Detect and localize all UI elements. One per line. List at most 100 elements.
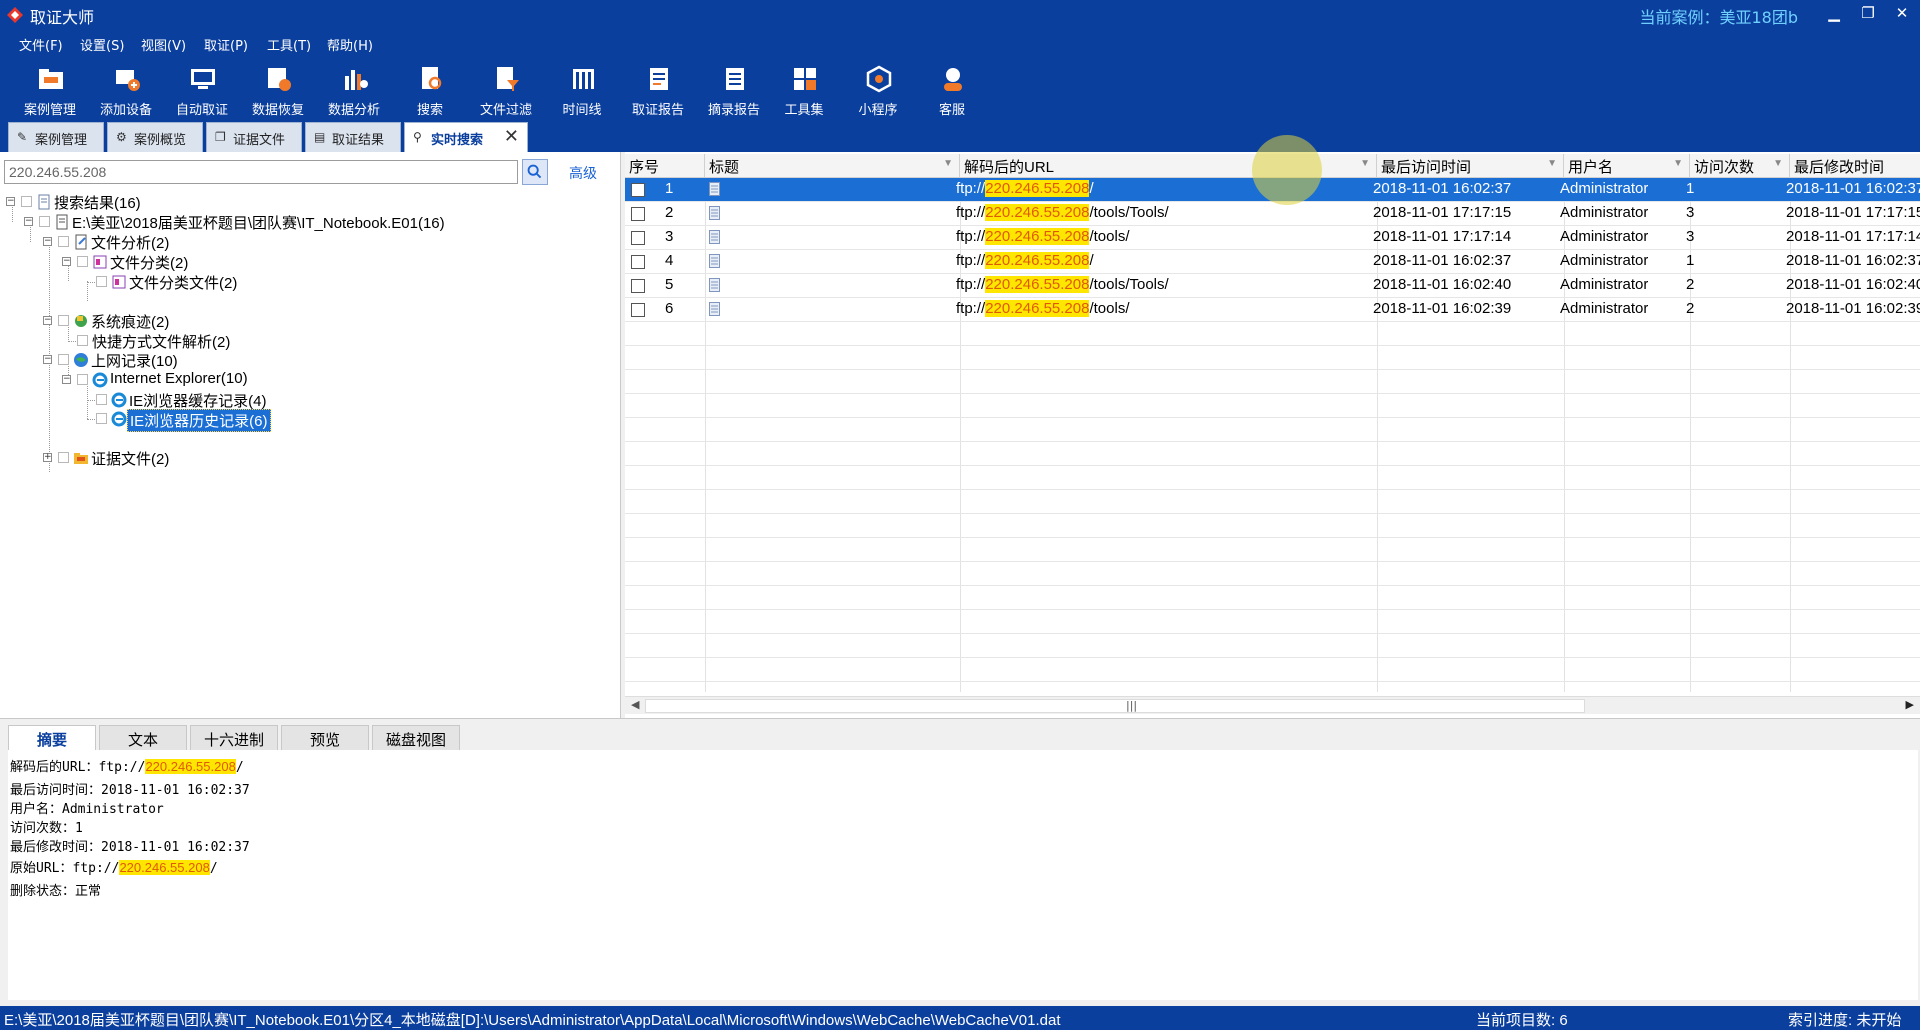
tab-text[interactable]: 文本 bbox=[99, 725, 187, 751]
tree-checkbox[interactable] bbox=[21, 196, 32, 207]
menu-file[interactable]: 文件(F) bbox=[19, 35, 63, 54]
tree-node-ie-history[interactable]: IE浏览器历史记录(6) bbox=[81, 409, 381, 432]
tree-node-image-file[interactable]: − E:\美亚\2018届美亚杯题目\团队赛\IT_Notebook.E01(1… bbox=[24, 212, 524, 232]
empty-row bbox=[625, 370, 1920, 394]
tab-preview[interactable]: 预览 bbox=[281, 725, 369, 751]
filter-icon[interactable]: ▼ bbox=[1673, 158, 1683, 169]
row-checkbox[interactable] bbox=[631, 231, 645, 245]
tree-node-ie-cache[interactable]: IE浏览器缓存记录(4) bbox=[81, 390, 381, 410]
tab-disk-view[interactable]: 磁盘视图 bbox=[372, 725, 460, 751]
collapse-icon[interactable]: − bbox=[62, 375, 71, 384]
col-header-modified[interactable]: 最后修改时间 bbox=[1790, 154, 1920, 178]
scroll-right-icon[interactable]: ▶ bbox=[1906, 698, 1914, 711]
tree-checkbox[interactable] bbox=[58, 315, 69, 326]
tree-node-system-traces[interactable]: − 系统痕迹(2) bbox=[43, 311, 343, 331]
tree-checkbox[interactable] bbox=[77, 374, 88, 385]
tab-evidence-files[interactable]: ❐ 证据文件 bbox=[206, 122, 302, 152]
scroll-thumb[interactable]: ||| bbox=[645, 699, 1585, 713]
globe-icon bbox=[74, 353, 88, 367]
table-row[interactable]: 3 ftp://220.246.55.208/tools/2018-11-01 1… bbox=[625, 226, 1920, 250]
minimize-button[interactable]: ▁ bbox=[1822, 4, 1846, 22]
toolset-button[interactable]: 工具集 bbox=[766, 62, 842, 120]
expand-icon[interactable]: + bbox=[43, 453, 52, 462]
tree-node-shortcut-parsing[interactable]: 快捷方式文件解析(2) bbox=[62, 331, 362, 351]
row-checkbox[interactable] bbox=[631, 207, 645, 221]
collapse-icon[interactable]: − bbox=[24, 217, 33, 226]
tab-case-overview[interactable]: ⚙ 案例概览 bbox=[107, 122, 203, 152]
disk-image-icon bbox=[56, 214, 68, 230]
row-checkbox[interactable] bbox=[631, 183, 645, 197]
collapse-icon[interactable]: − bbox=[62, 257, 71, 266]
row-checkbox[interactable] bbox=[631, 303, 645, 317]
col-header-last-visit[interactable]: 最后访问时间 ▼ bbox=[1377, 154, 1564, 178]
data-recovery-button[interactable]: 数据恢复 bbox=[240, 62, 316, 120]
col-header-no[interactable]: 序号 bbox=[625, 154, 705, 178]
tab-hex[interactable]: 十六进制 bbox=[190, 725, 278, 751]
tab-forensic-results[interactable]: ▤ 取证结果 bbox=[305, 122, 401, 152]
tree-checkbox[interactable] bbox=[77, 256, 88, 267]
col-header-title[interactable]: 标题 ▼ bbox=[705, 154, 960, 178]
table-row[interactable]: 2 ftp://220.246.55.208/tools/Tools/2018-1… bbox=[625, 202, 1920, 226]
add-device-button[interactable]: 添加设备 bbox=[88, 62, 164, 120]
tree-node-file-analysis[interactable]: − 文件分析(2) bbox=[43, 232, 343, 252]
collapse-icon[interactable]: − bbox=[43, 237, 52, 246]
table-row[interactable]: 4 ftp://220.246.55.208/2018-11-01 16:02:3… bbox=[625, 250, 1920, 274]
tree-node-search-results[interactable]: − 搜索结果(16) bbox=[6, 192, 306, 212]
tree-checkbox[interactable] bbox=[58, 354, 69, 365]
empty-row bbox=[625, 634, 1920, 658]
search-button[interactable]: 搜索 bbox=[392, 62, 468, 120]
menu-forensics[interactable]: 取证(P) bbox=[204, 35, 248, 54]
advanced-search-link[interactable]: 高级 bbox=[569, 163, 597, 183]
forensic-report-button[interactable]: 取证报告 bbox=[620, 62, 696, 120]
tree-checkbox[interactable] bbox=[96, 276, 107, 287]
col-header-visit-count[interactable]: 访问次数 ▼ bbox=[1690, 154, 1790, 178]
row-checkbox[interactable] bbox=[631, 255, 645, 269]
tree-node-classified-files[interactable]: 文件分类文件(2) bbox=[81, 272, 381, 292]
horizontal-scrollbar[interactable]: ◀ ||| ▶ bbox=[625, 696, 1920, 714]
auto-forensics-button[interactable]: 自动取证 bbox=[164, 62, 240, 120]
tree-checkbox[interactable] bbox=[58, 452, 69, 463]
support-button[interactable]: 客服 bbox=[914, 62, 990, 120]
close-tab-icon[interactable]: ✕ bbox=[504, 126, 519, 147]
tree-checkbox[interactable] bbox=[77, 335, 88, 346]
tab-case-management[interactable]: ✎ 案例管理 bbox=[8, 122, 104, 152]
collapse-icon[interactable]: − bbox=[43, 355, 52, 364]
table-row[interactable]: 6 ftp://220.246.55.208/tools/2018-11-01 1… bbox=[625, 298, 1920, 322]
filter-icon[interactable]: ▼ bbox=[943, 158, 953, 169]
file-filter-button[interactable]: 文件过滤 bbox=[468, 62, 544, 120]
row-checkbox[interactable] bbox=[631, 279, 645, 293]
tree-checkbox[interactable] bbox=[96, 394, 107, 405]
menu-settings[interactable]: 设置(S) bbox=[80, 35, 124, 54]
case-management-button[interactable]: 案例管理 bbox=[12, 62, 88, 120]
tree-checkbox[interactable] bbox=[96, 413, 107, 424]
search-submit-button[interactable] bbox=[522, 159, 548, 185]
data-analysis-button[interactable]: 数据分析 bbox=[316, 62, 392, 120]
tab-live-search[interactable]: ⚲ 实时搜索 ✕ bbox=[404, 122, 528, 152]
menu-tools[interactable]: 工具(T) bbox=[267, 35, 311, 54]
search-input[interactable] bbox=[4, 160, 518, 184]
menu-view[interactable]: 视图(V) bbox=[141, 35, 186, 54]
close-window-button[interactable]: ✕ bbox=[1890, 4, 1914, 22]
tree-checkbox[interactable] bbox=[58, 236, 69, 247]
col-header-user[interactable]: 用户名 ▼ bbox=[1564, 154, 1690, 178]
filter-icon[interactable]: ▼ bbox=[1360, 158, 1370, 169]
tree-node-file-classification[interactable]: − 文件分类(2) bbox=[62, 252, 362, 272]
empty-row bbox=[625, 514, 1920, 538]
tree-node-evidence-files[interactable]: + 证据文件(2) bbox=[43, 448, 343, 468]
tree-node-internet-explorer[interactable]: − Internet Explorer(10) bbox=[62, 370, 362, 390]
applet-button[interactable]: 小程序 bbox=[840, 62, 916, 120]
table-row[interactable]: 5 ftp://220.246.55.208/tools/Tools/2018-1… bbox=[625, 274, 1920, 298]
excerpt-report-button[interactable]: 摘录报告 bbox=[696, 62, 772, 120]
collapse-icon[interactable]: − bbox=[43, 316, 52, 325]
restore-button[interactable]: ❐ bbox=[1856, 4, 1880, 22]
collapse-icon[interactable]: − bbox=[6, 197, 15, 206]
filter-icon[interactable]: ▼ bbox=[1547, 158, 1557, 169]
scroll-left-icon[interactable]: ◀ bbox=[631, 698, 639, 711]
timeline-button[interactable]: 时间线 bbox=[544, 62, 620, 120]
tree-checkbox[interactable] bbox=[39, 216, 50, 227]
tab-summary[interactable]: 摘要 bbox=[8, 725, 96, 751]
filter-icon[interactable]: ▼ bbox=[1773, 158, 1783, 169]
tree-node-web-history[interactable]: − 上网记录(10) bbox=[43, 350, 343, 370]
status-path: E:\美亚\2018届美亚杯题目\团队赛\IT_Notebook.E01\分区4… bbox=[4, 1012, 1061, 1029]
menu-help[interactable]: 帮助(H) bbox=[327, 35, 373, 54]
